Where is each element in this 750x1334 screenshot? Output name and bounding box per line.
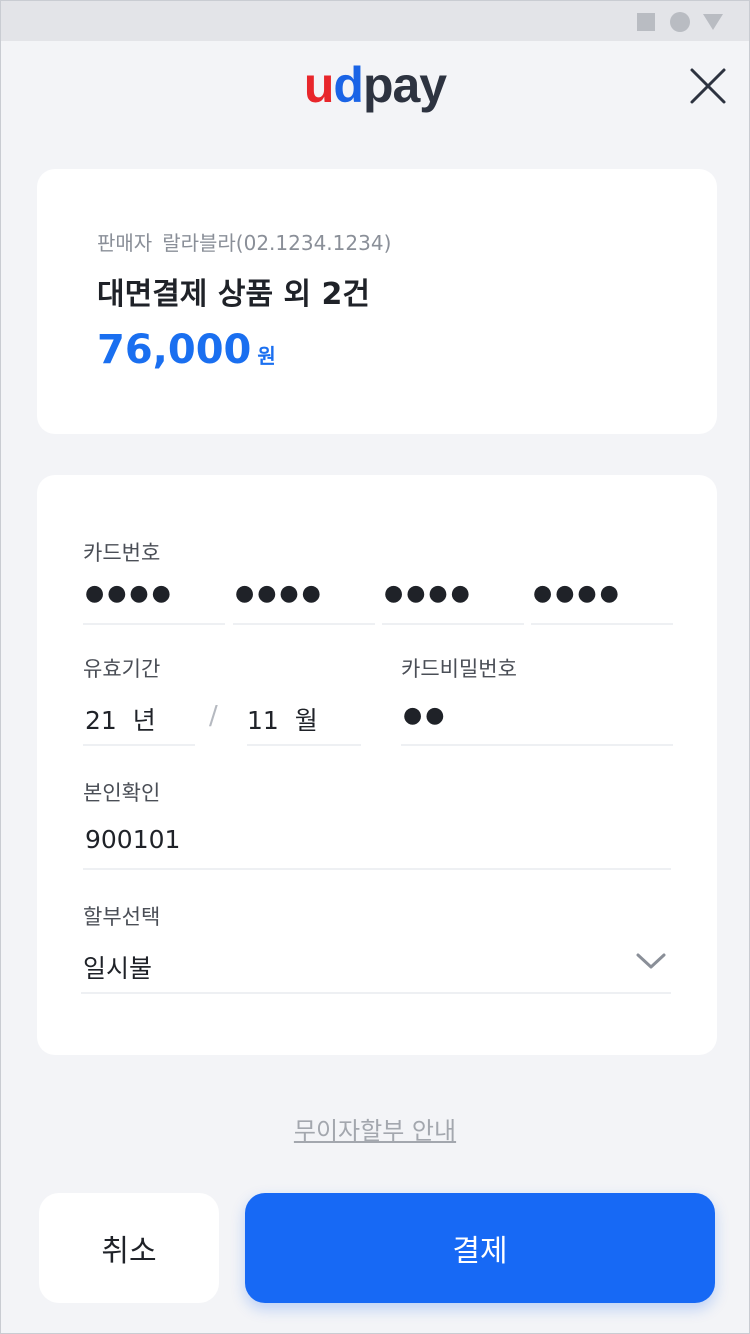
expiry-separator: / <box>209 701 218 731</box>
installment-label: 할부선택 <box>83 905 161 929</box>
installment-underline <box>81 992 671 994</box>
close-icon <box>690 68 726 104</box>
card-number-group-3[interactable]: ●●●● <box>384 581 473 606</box>
seller-info: 판매자 랄라블라(02.1234.1234) <box>97 227 391 256</box>
identity-field[interactable]: 900101 <box>85 825 180 854</box>
interest-free-info-link[interactable]: 무이자할부 안내 <box>1 1111 749 1146</box>
card-form: 카드번호 ●●●● ●●●● ●●●● ●●●● 유효기간 21 년 / 11 … <box>37 475 717 1055</box>
chevron-down-icon[interactable] <box>635 951 667 971</box>
expiry-month-unit: 월 <box>294 706 318 735</box>
product-title: 대면결제 상품 외 2건 <box>97 277 371 312</box>
price: 76,000 원 <box>97 327 276 373</box>
cancel-button[interactable]: 취소 <box>39 1193 219 1303</box>
price-amount: 76,000 <box>97 327 252 373</box>
identity-label: 본인확인 <box>83 781 161 805</box>
expiry-month-underline <box>247 744 361 746</box>
card-number-underline-1 <box>83 623 225 625</box>
pay-button[interactable]: 결제 <box>245 1193 715 1303</box>
square-icon <box>637 13 655 31</box>
price-currency: 원 <box>257 344 276 368</box>
identity-underline <box>83 868 671 870</box>
card-password-underline <box>401 744 673 746</box>
expiry-label: 유효기간 <box>83 657 161 681</box>
card-number-underline-4 <box>531 623 673 625</box>
triangle-icon <box>703 14 723 30</box>
seller-label: 판매자 <box>97 231 153 255</box>
card-number-label: 카드번호 <box>83 541 161 565</box>
close-button[interactable] <box>685 63 731 109</box>
card-number-group-1[interactable]: ●●●● <box>85 581 174 606</box>
installment-select[interactable]: 일시불 <box>83 949 152 985</box>
udpay-logo: udpay <box>303 57 447 113</box>
expiry-month-field[interactable]: 11 월 <box>247 701 318 737</box>
card-password-field[interactable]: ●● <box>403 703 447 728</box>
expiry-month: 11 <box>247 706 279 735</box>
expiry-year: 21 <box>85 706 117 735</box>
card-number-underline-2 <box>233 623 375 625</box>
order-summary-card: 판매자 랄라블라(02.1234.1234) 대면결제 상품 외 2건 76,00… <box>37 169 717 434</box>
circle-icon <box>670 12 690 32</box>
card-number-underline-3 <box>382 623 524 625</box>
expiry-year-field[interactable]: 21 년 <box>85 701 156 737</box>
card-password-label: 카드비밀번호 <box>401 657 517 681</box>
card-number-group-2[interactable]: ●●●● <box>235 581 324 606</box>
payment-window: udpay 판매자 랄라블라(02.1234.1234) 대면결제 상품 외 2건… <box>0 0 750 1334</box>
status-bar <box>1 1 749 41</box>
expiry-year-underline <box>83 744 195 746</box>
card-number-group-4[interactable]: ●●●● <box>533 581 622 606</box>
expiry-year-unit: 년 <box>132 706 156 735</box>
seller-value: 랄라블라(02.1234.1234) <box>162 231 392 255</box>
